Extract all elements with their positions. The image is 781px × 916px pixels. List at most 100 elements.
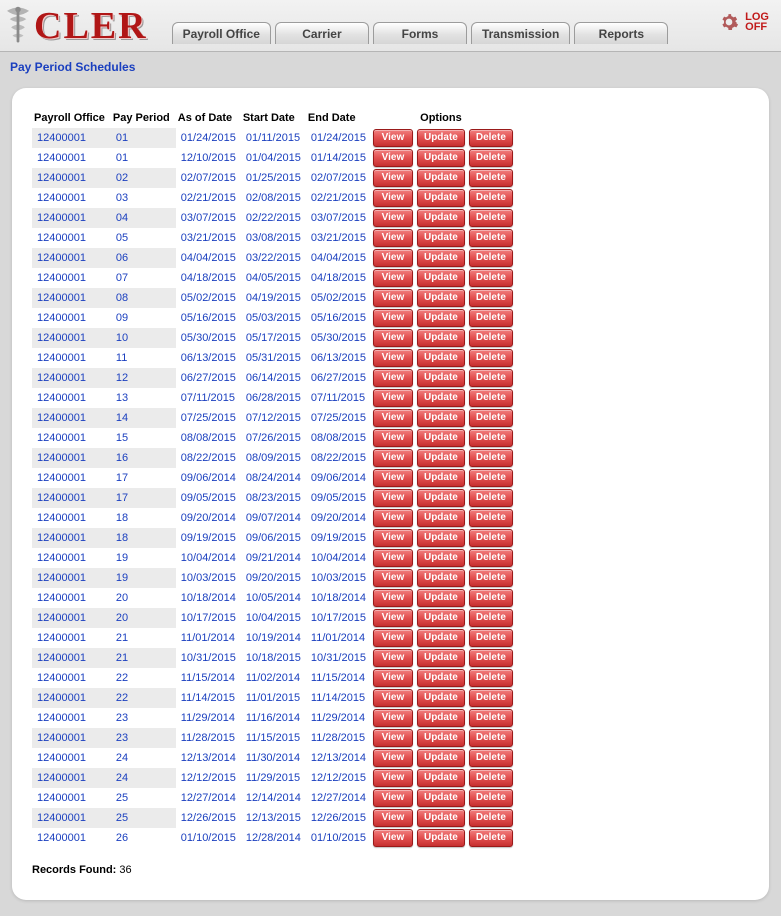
log-off-button[interactable]: LOG OFF bbox=[719, 12, 769, 32]
cell-payroll-office[interactable]: 12400001 bbox=[32, 748, 111, 768]
view-button[interactable]: View bbox=[373, 489, 413, 507]
cell-payroll-office[interactable]: 12400001 bbox=[32, 348, 111, 368]
delete-button[interactable]: Delete bbox=[469, 449, 513, 467]
cell-payroll-office[interactable]: 12400001 bbox=[32, 768, 111, 788]
update-button[interactable]: Update bbox=[417, 169, 465, 187]
delete-button[interactable]: Delete bbox=[469, 649, 513, 667]
update-button[interactable]: Update bbox=[417, 629, 465, 647]
cell-payroll-office[interactable]: 12400001 bbox=[32, 428, 111, 448]
update-button[interactable]: Update bbox=[417, 249, 465, 267]
delete-button[interactable]: Delete bbox=[469, 569, 513, 587]
cell-payroll-office[interactable]: 12400001 bbox=[32, 588, 111, 608]
delete-button[interactable]: Delete bbox=[469, 709, 513, 727]
cell-payroll-office[interactable]: 12400001 bbox=[32, 268, 111, 288]
view-button[interactable]: View bbox=[373, 269, 413, 287]
view-button[interactable]: View bbox=[373, 369, 413, 387]
update-button[interactable]: Update bbox=[417, 609, 465, 627]
view-button[interactable]: View bbox=[373, 769, 413, 787]
delete-button[interactable]: Delete bbox=[469, 229, 513, 247]
cell-payroll-office[interactable]: 12400001 bbox=[32, 368, 111, 388]
update-button[interactable]: Update bbox=[417, 749, 465, 767]
cell-pay-period[interactable]: 19 bbox=[111, 548, 176, 568]
view-button[interactable]: View bbox=[373, 309, 413, 327]
tab-reports[interactable]: Reports bbox=[574, 22, 668, 44]
update-button[interactable]: Update bbox=[417, 669, 465, 687]
cell-payroll-office[interactable]: 12400001 bbox=[32, 468, 111, 488]
delete-button[interactable]: Delete bbox=[469, 729, 513, 747]
cell-payroll-office[interactable]: 12400001 bbox=[32, 608, 111, 628]
delete-button[interactable]: Delete bbox=[469, 529, 513, 547]
update-button[interactable]: Update bbox=[417, 589, 465, 607]
update-button[interactable]: Update bbox=[417, 229, 465, 247]
delete-button[interactable]: Delete bbox=[469, 469, 513, 487]
cell-pay-period[interactable]: 12 bbox=[111, 368, 176, 388]
cell-payroll-office[interactable]: 12400001 bbox=[32, 148, 111, 168]
update-button[interactable]: Update bbox=[417, 769, 465, 787]
delete-button[interactable]: Delete bbox=[469, 669, 513, 687]
cell-pay-period[interactable]: 18 bbox=[111, 528, 176, 548]
update-button[interactable]: Update bbox=[417, 789, 465, 807]
cell-pay-period[interactable]: 21 bbox=[111, 648, 176, 668]
delete-button[interactable]: Delete bbox=[469, 309, 513, 327]
cell-pay-period[interactable]: 20 bbox=[111, 608, 176, 628]
delete-button[interactable]: Delete bbox=[469, 509, 513, 527]
cell-payroll-office[interactable]: 12400001 bbox=[32, 568, 111, 588]
view-button[interactable]: View bbox=[373, 629, 413, 647]
delete-button[interactable]: Delete bbox=[469, 809, 513, 827]
view-button[interactable]: View bbox=[373, 569, 413, 587]
cell-payroll-office[interactable]: 12400001 bbox=[32, 228, 111, 248]
cell-payroll-office[interactable]: 12400001 bbox=[32, 628, 111, 648]
view-button[interactable]: View bbox=[373, 509, 413, 527]
update-button[interactable]: Update bbox=[417, 529, 465, 547]
delete-button[interactable]: Delete bbox=[469, 269, 513, 287]
delete-button[interactable]: Delete bbox=[469, 489, 513, 507]
delete-button[interactable]: Delete bbox=[469, 409, 513, 427]
delete-button[interactable]: Delete bbox=[469, 129, 513, 147]
cell-pay-period[interactable]: 01 bbox=[111, 128, 176, 148]
cell-pay-period[interactable]: 14 bbox=[111, 408, 176, 428]
view-button[interactable]: View bbox=[373, 709, 413, 727]
view-button[interactable]: View bbox=[373, 829, 413, 847]
view-button[interactable]: View bbox=[373, 789, 413, 807]
cell-payroll-office[interactable]: 12400001 bbox=[32, 408, 111, 428]
view-button[interactable]: View bbox=[373, 469, 413, 487]
cell-pay-period[interactable]: 24 bbox=[111, 748, 176, 768]
cell-payroll-office[interactable]: 12400001 bbox=[32, 208, 111, 228]
cell-pay-period[interactable]: 20 bbox=[111, 588, 176, 608]
cell-payroll-office[interactable]: 12400001 bbox=[32, 128, 111, 148]
update-button[interactable]: Update bbox=[417, 369, 465, 387]
cell-pay-period[interactable]: 25 bbox=[111, 788, 176, 808]
view-button[interactable]: View bbox=[373, 549, 413, 567]
cell-payroll-office[interactable]: 12400001 bbox=[32, 688, 111, 708]
view-button[interactable]: View bbox=[373, 749, 413, 767]
cell-payroll-office[interactable]: 12400001 bbox=[32, 248, 111, 268]
delete-button[interactable]: Delete bbox=[469, 329, 513, 347]
update-button[interactable]: Update bbox=[417, 289, 465, 307]
update-button[interactable]: Update bbox=[417, 549, 465, 567]
update-button[interactable]: Update bbox=[417, 489, 465, 507]
delete-button[interactable]: Delete bbox=[469, 629, 513, 647]
cell-payroll-office[interactable]: 12400001 bbox=[32, 508, 111, 528]
view-button[interactable]: View bbox=[373, 449, 413, 467]
cell-payroll-office[interactable]: 12400001 bbox=[32, 708, 111, 728]
update-button[interactable]: Update bbox=[417, 189, 465, 207]
cell-pay-period[interactable]: 11 bbox=[111, 348, 176, 368]
cell-pay-period[interactable]: 09 bbox=[111, 308, 176, 328]
cell-payroll-office[interactable]: 12400001 bbox=[32, 288, 111, 308]
update-button[interactable]: Update bbox=[417, 509, 465, 527]
delete-button[interactable]: Delete bbox=[469, 549, 513, 567]
update-button[interactable]: Update bbox=[417, 409, 465, 427]
delete-button[interactable]: Delete bbox=[469, 389, 513, 407]
cell-payroll-office[interactable]: 12400001 bbox=[32, 188, 111, 208]
cell-pay-period[interactable]: 02 bbox=[111, 168, 176, 188]
view-button[interactable]: View bbox=[373, 229, 413, 247]
delete-button[interactable]: Delete bbox=[469, 149, 513, 167]
update-button[interactable]: Update bbox=[417, 329, 465, 347]
view-button[interactable]: View bbox=[373, 609, 413, 627]
view-button[interactable]: View bbox=[373, 329, 413, 347]
update-button[interactable]: Update bbox=[417, 309, 465, 327]
delete-button[interactable]: Delete bbox=[469, 429, 513, 447]
cell-pay-period[interactable]: 22 bbox=[111, 688, 176, 708]
cell-payroll-office[interactable]: 12400001 bbox=[32, 168, 111, 188]
update-button[interactable]: Update bbox=[417, 209, 465, 227]
